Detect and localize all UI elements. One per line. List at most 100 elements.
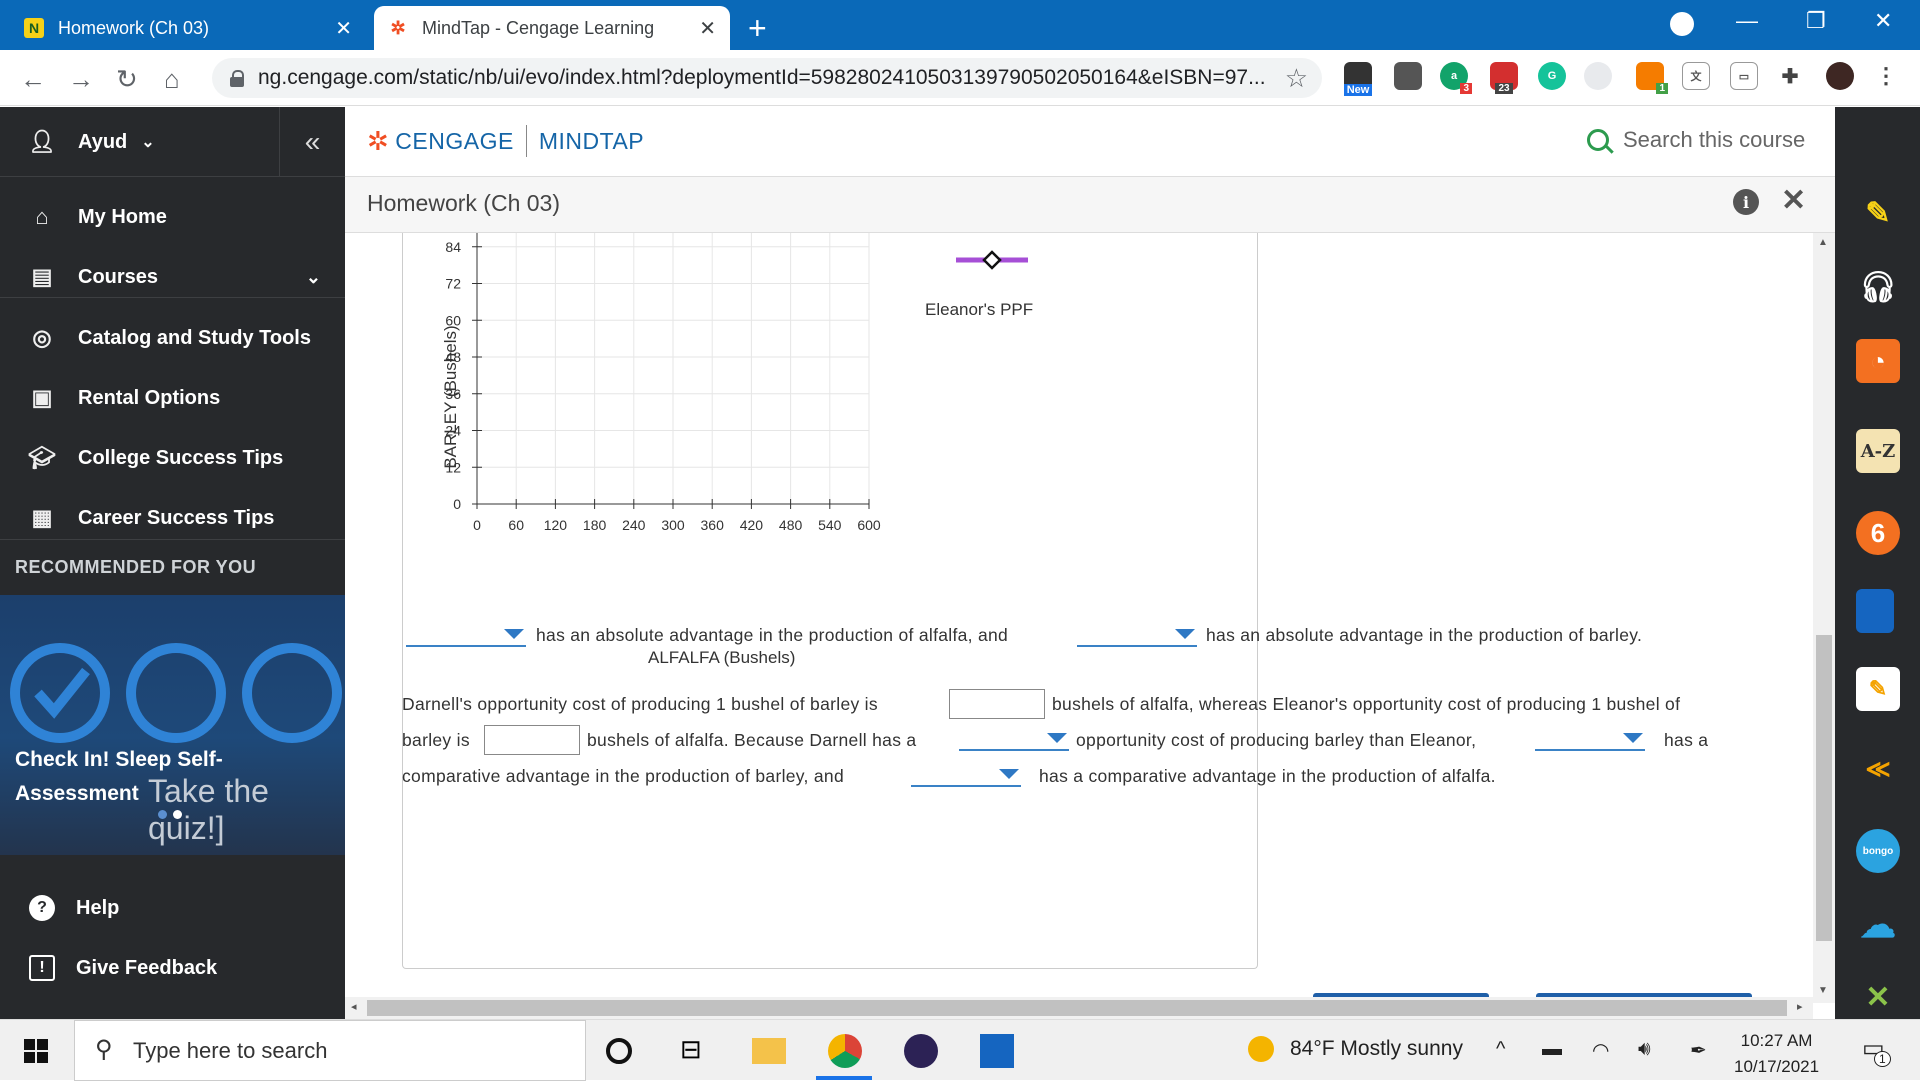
absolute-advantage-barley-dropdown[interactable] bbox=[1077, 623, 1197, 647]
show-hidden-icons-icon[interactable]: ^ bbox=[1496, 1038, 1505, 1061]
bongo-icon[interactable]: bongo bbox=[1856, 829, 1900, 873]
headphones-icon[interactable]: 🎧︎ bbox=[1856, 265, 1900, 309]
taskbar-clock[interactable]: 10:27 AM 10/17/2021 bbox=[1734, 1028, 1819, 1080]
chevron-down-icon: ⌄ bbox=[305, 266, 321, 287]
user-menu[interactable]: 👤︎ Ayud ⌄ « bbox=[0, 107, 345, 177]
horizontal-scrollbar[interactable]: ◂ ▸ bbox=[345, 997, 1813, 1019]
cortana-icon[interactable] bbox=[606, 1038, 632, 1064]
menu-dots-icon[interactable]: ⋮ bbox=[1872, 62, 1900, 90]
notes-icon[interactable]: ✎ bbox=[1856, 667, 1900, 711]
close-tab-icon[interactable]: ✕ bbox=[335, 16, 352, 41]
minimize-icon[interactable]: — bbox=[1736, 8, 1758, 34]
home-icon[interactable]: ⌂ bbox=[164, 64, 180, 95]
restore-icon[interactable]: ❐ bbox=[1806, 8, 1826, 34]
sidebar-item-my-home[interactable]: ⌂ My Home bbox=[0, 187, 345, 247]
x-tick-label: 0 bbox=[473, 517, 481, 533]
close-activity-icon[interactable]: ✕ bbox=[1781, 183, 1806, 218]
vertical-scrollbar[interactable]: ▲ ▼ bbox=[1813, 233, 1835, 1003]
extension-new-icon[interactable]: New bbox=[1343, 62, 1373, 96]
back-icon[interactable]: ← bbox=[20, 64, 46, 95]
carousel-dots[interactable] bbox=[158, 810, 182, 819]
extension-notes-icon[interactable] bbox=[1394, 62, 1422, 90]
sidebar-item-label: Courses bbox=[78, 265, 159, 288]
darnell-opportunity-cost-input[interactable] bbox=[949, 689, 1045, 719]
search-placeholder: Search this course bbox=[1623, 127, 1806, 152]
notebook-icon[interactable] bbox=[1856, 589, 1894, 633]
file-explorer-icon[interactable] bbox=[752, 1038, 786, 1064]
legend-diamond-marker[interactable] bbox=[982, 250, 1002, 270]
x-app-icon[interactable]: ✕ bbox=[1856, 975, 1900, 1019]
lower-higher-dropdown[interactable] bbox=[959, 727, 1069, 751]
comparative-advantage-barley-dropdown[interactable] bbox=[1535, 727, 1645, 751]
scroll-thumb[interactable] bbox=[367, 1000, 1787, 1016]
collapse-sidebar-icon[interactable]: « bbox=[279, 107, 345, 177]
extension-ball-icon[interactable] bbox=[1584, 62, 1612, 90]
pen-icon[interactable]: ✒ bbox=[1690, 1038, 1707, 1063]
close-tab-icon[interactable]: ✕ bbox=[699, 16, 716, 41]
cloud-icon[interactable]: ☁ bbox=[1856, 903, 1900, 947]
compass-icon: ◎ bbox=[32, 325, 52, 350]
grammarly-icon[interactable]: G bbox=[1538, 62, 1566, 90]
help-link[interactable]: ? Help bbox=[0, 880, 345, 936]
search-icon: ⚲ bbox=[95, 1036, 113, 1063]
info-icon[interactable]: i bbox=[1733, 189, 1759, 215]
wifi-icon[interactable]: ◠ bbox=[1592, 1038, 1609, 1063]
sidebar-item-courses[interactable]: ▤ Courses ⌄ bbox=[0, 247, 345, 307]
sidebar-item-catalog[interactable]: ◎ Catalog and Study Tools bbox=[0, 308, 345, 368]
profile-avatar[interactable] bbox=[1826, 62, 1854, 90]
tab-search-icon[interactable] bbox=[1670, 12, 1694, 36]
address-bar[interactable]: ng.cengage.com/static/nb/ui/evo/index.ht… bbox=[212, 58, 1322, 98]
sidebar-item-label: Career Success Tips bbox=[78, 506, 275, 529]
readspeaker-icon[interactable]: ≪ bbox=[1856, 747, 1900, 791]
rss-icon[interactable]: ◔ bbox=[1856, 339, 1900, 383]
sidebar-item-label: My Home bbox=[78, 205, 167, 228]
activity-header: Homework (Ch 03) i ✕ bbox=[345, 177, 1835, 233]
mindtap-favicon-icon: ✲ bbox=[390, 17, 406, 38]
new-tab-icon[interactable]: + bbox=[748, 10, 767, 47]
empty-circle-icon bbox=[242, 643, 342, 743]
bookmark-star-icon[interactable]: ☆ bbox=[1285, 63, 1308, 94]
scroll-thumb[interactable] bbox=[1816, 635, 1832, 941]
taskbar-search[interactable]: ⚲ Type here to search bbox=[74, 1020, 586, 1081]
extension-orange-icon[interactable]: 1 bbox=[1636, 62, 1668, 94]
extension-cast-icon[interactable]: ▭ bbox=[1730, 62, 1758, 90]
notification-center-icon[interactable]: ▭ 1 bbox=[1862, 1034, 1891, 1067]
close-window-icon[interactable]: ✕ bbox=[1874, 8, 1892, 34]
highlighter-icon[interactable]: ✎ bbox=[1856, 191, 1900, 235]
browser-toolbar: ← → ↻ ⌂ ng.cengage.com/static/nb/ui/evo/… bbox=[0, 50, 1920, 106]
give-feedback-link[interactable]: ! Give Feedback bbox=[0, 940, 345, 996]
tab-homework[interactable]: N Homework (Ch 03) ✕ bbox=[10, 6, 366, 50]
weather-widget[interactable]: 84°F Mostly sunny bbox=[1248, 1036, 1463, 1062]
y-axis-label: BARLEY (Bushels) bbox=[441, 325, 460, 469]
task-view-icon[interactable]: ⊟ bbox=[680, 1034, 714, 1068]
sidebar-item-rental[interactable]: ▣ Rental Options bbox=[0, 368, 345, 428]
url-text: ng.cengage.com/static/nb/ui/evo/index.ht… bbox=[258, 66, 1266, 89]
ppf-chart[interactable]: 0 60 120 180 240 300 360 420 480 540 6000122436486… bbox=[403, 233, 1259, 969]
dictionary-az-icon[interactable]: A-Z bbox=[1856, 429, 1900, 473]
windows-start-icon[interactable] bbox=[24, 1039, 48, 1063]
volume-icon[interactable]: 🔊︎ bbox=[1638, 1038, 1651, 1061]
eclipse-icon[interactable] bbox=[904, 1034, 938, 1068]
graduation-cap-icon: 🎓︎ bbox=[28, 445, 56, 470]
cengage-mindtap-logo[interactable]: ✲ CENGAGE MINDTAP bbox=[367, 125, 644, 157]
extension-translate-icon[interactable]: 文 bbox=[1682, 62, 1710, 90]
reload-icon[interactable]: ↻ bbox=[116, 64, 138, 95]
progress-app-icon[interactable]: 6 bbox=[1856, 511, 1900, 555]
comparative-advantage-alfalfa-dropdown[interactable] bbox=[911, 763, 1021, 787]
battery-icon[interactable]: ▬ bbox=[1542, 1038, 1562, 1061]
course-search[interactable]: Search this course bbox=[1587, 127, 1805, 153]
question-text: bushels of alfalfa, whereas Eleanor's op… bbox=[1052, 694, 1681, 714]
extension-calendar-icon[interactable]: 23 bbox=[1490, 62, 1518, 94]
sidebar-item-college-tips[interactable]: 🎓︎ College Success Tips bbox=[0, 428, 345, 488]
sticky-app-icon[interactable] bbox=[980, 1034, 1014, 1068]
promo-carousel[interactable]: Check In! Sleep Self- Assessment Take th… bbox=[0, 595, 345, 855]
homework-favicon-icon: N bbox=[24, 18, 44, 38]
eleanor-opportunity-cost-input[interactable] bbox=[484, 725, 580, 755]
x-tick-label: 480 bbox=[779, 517, 803, 533]
extension-a-icon[interactable]: a3 bbox=[1440, 62, 1472, 94]
chrome-icon[interactable] bbox=[828, 1034, 862, 1068]
forward-icon[interactable]: → bbox=[68, 64, 94, 95]
tab-mindtap[interactable]: ✲ MindTap - Cengage Learning ✕ bbox=[374, 6, 730, 50]
absolute-advantage-alfalfa-dropdown[interactable] bbox=[406, 623, 526, 647]
extensions-puzzle-icon[interactable]: ✚ bbox=[1776, 62, 1804, 90]
